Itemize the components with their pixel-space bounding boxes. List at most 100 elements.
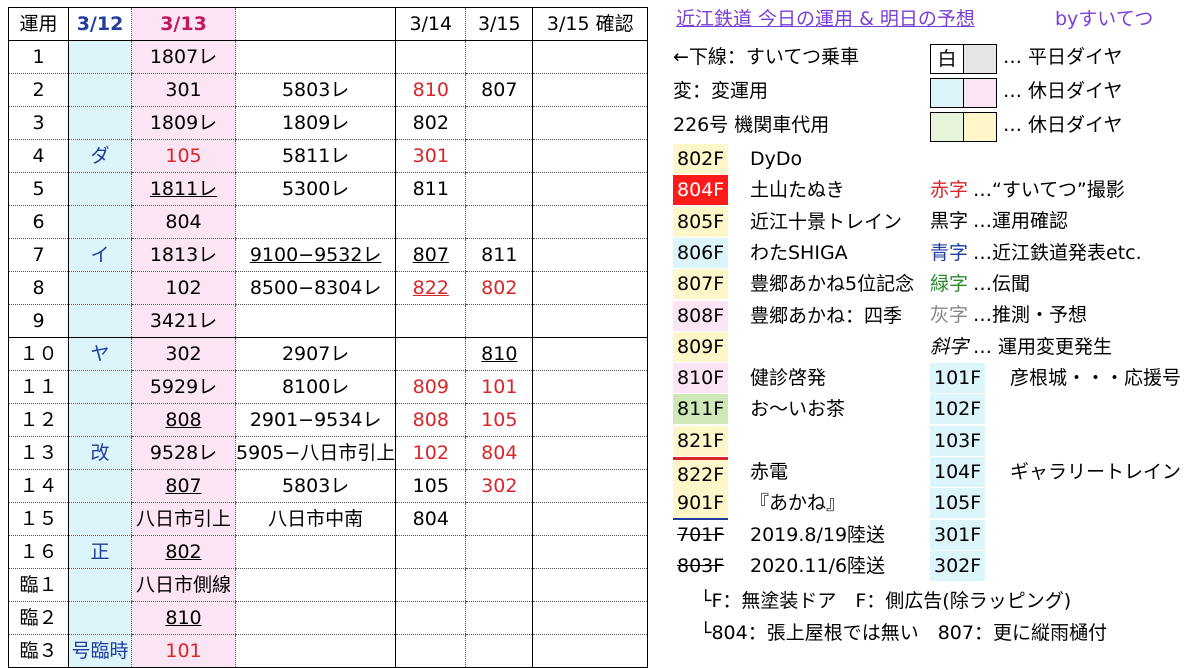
car-code: 811F [673,394,729,425]
car-code: 805F [673,206,729,237]
table-row: 7 イ 1813レ 9100−9532レ 807 811 [8,238,649,272]
legend-line2: 変：変運用 [673,80,769,102]
color-key-label: 斜字 [930,335,969,358]
table-cell-d13: 810 [131,601,236,635]
table-cell-d12 [68,370,132,404]
table-cell-d12: 改 [68,436,132,470]
table-row: 1 1807レ [8,40,649,74]
table-cell-d13: 808 [131,403,236,437]
table-cell-d13: 807 [131,469,236,503]
table-cell-d13: 804 [131,205,236,239]
table-cell-d15 [465,139,533,173]
color-key-label: 黒字 [930,210,969,233]
pink-swatch [963,78,997,108]
table-header-5: 3/15 [465,7,533,41]
table-row: １５ 八日市引上 八日市中南 804 [8,502,649,536]
car-name: 『あかね』 [750,492,846,515]
car-name: お〜いお茶 [750,398,846,421]
table-cell-op: １３ [8,436,69,470]
table-cell-d13: 八日市引上 [131,502,236,536]
table-cell-d15: 802 [465,271,533,305]
table-cell-confirm [532,370,649,404]
table-header-1: 3/12 [68,7,132,41]
table-row: 3 1809レ 1809レ 802 [8,106,649,140]
table-cell-d12 [68,304,132,338]
table-row: 臨１ 八日市側線 [8,568,649,602]
table-cell-op: １４ [8,469,69,503]
legend-line3: 226号 機関車代用 [673,114,830,136]
table-cell-d14 [395,304,466,338]
car-code: 804F [673,175,729,206]
table-cell-confirm [532,238,649,272]
table-cell-d14 [395,337,466,371]
table-cell-confirm [532,205,649,239]
table-row: 6 804 [8,205,649,239]
table-cell-d13: 302 [131,337,236,371]
table-cell-op: 7 [8,238,69,272]
table-cell-d12 [68,172,132,206]
table-cell-d12: ダ [68,139,132,173]
table-row: 臨３ 号臨時 101 [8,634,649,668]
table-cell-d13: 1813レ [131,238,236,272]
table-cell-d14 [395,634,466,668]
table-cell-mid [234,205,396,239]
table-cell-d12: イ [68,238,132,272]
table-cell-d14: 822 [395,271,466,305]
car-name: 豊郷あかね5位記念 [750,273,915,296]
table-cell-d15 [465,205,533,239]
color-key-label: 青字 [930,241,969,264]
table-cell-d13: 802 [131,535,236,569]
operation-table: 運用 3/12 3/13 3/14 3/15 3/15 確認 1 1807レ 2 301 5803レ… [8,7,649,668]
table-cell-confirm [532,403,649,437]
car2-code: 103F [930,425,986,456]
table-header-2: 3/13 [131,7,236,41]
car-code: 701F [673,519,729,550]
table-cell-confirm [532,337,649,371]
white-swatch: 白 [930,44,964,74]
table-cell-d13: 102 [131,271,236,305]
table-cell-d13: 3421レ [131,304,236,338]
table-cell-d14: 808 [395,403,466,437]
table-cell-d14: 804 [395,502,466,536]
table-cell-confirm [532,436,649,470]
car2-code: 105F [930,488,986,519]
table-row: 2 301 5803レ 810 807 [8,73,649,107]
table-cell-confirm [532,502,649,536]
car-code: 808F [673,300,729,331]
table-cell-op: １１ [8,370,69,404]
table-cell-confirm [532,40,649,74]
table-row: １６ 正 802 [8,535,649,569]
table-row: 4 ダ 105 5811レ 301 [8,139,649,173]
table-row: 臨２ 810 [8,601,649,635]
table-cell-d12 [68,205,132,239]
table-cell-mid: 八日市中南 [234,502,396,536]
table-cell-d12 [68,601,132,635]
table-cell-d12 [68,73,132,107]
green-swatch [930,112,964,142]
table-cell-d15 [465,40,533,74]
table-cell-confirm [532,106,649,140]
note-2: └804：張上屋根では無い 807：更に縦雨樋付 [700,622,1107,644]
table-cell-op: １２ [8,403,69,437]
color-key-desc: …伝聞 [973,272,1031,295]
car-code: 822F [673,457,729,490]
table-cell-d14 [395,568,466,602]
table-cell-d12 [68,502,132,536]
car2-code: 101F [930,363,986,393]
table-cell-op: 6 [8,205,69,239]
table-cell-d13: 1809レ [131,106,236,140]
table-cell-d15: 807 [465,73,533,107]
car2-code: 301F [930,519,986,550]
car-code: 901F [673,488,729,521]
table-cell-d12 [68,106,132,140]
car-code: 806F [673,237,729,268]
car2-name: 彦根城・・・応援号 [1010,367,1182,389]
color-key-label: 灰字 [930,304,969,327]
table-cell-op: 臨２ [8,601,69,635]
table-cell-d13: 105 [131,139,236,173]
yellow-swatch [963,112,997,142]
car-code: 821F [673,425,729,456]
car-name: 土山たぬき [750,179,845,202]
table-row: １３ 改 9528レ 5905−八日市引上 102 804 [8,436,649,470]
table-cell-d14 [395,535,466,569]
